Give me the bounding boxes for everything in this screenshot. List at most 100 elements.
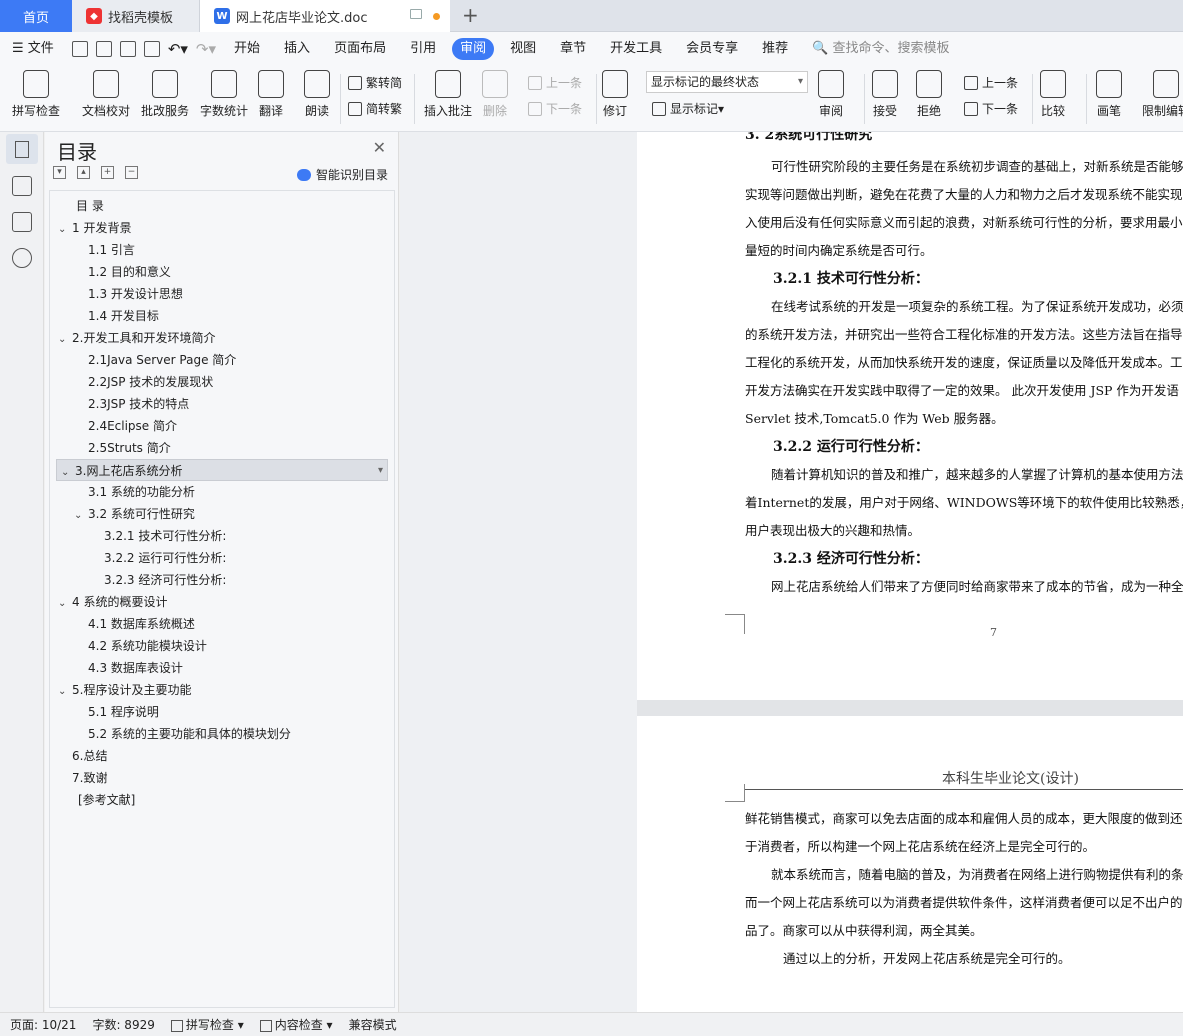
chevron-down-icon[interactable]: ⌄	[58, 219, 72, 241]
toc-item[interactable]: 2.1Java Server Page 简介	[54, 349, 386, 371]
toc-item[interactable]: 1.4 开发目标	[54, 305, 386, 327]
tab-document[interactable]: W 网上花店毕业论文.doc	[200, 0, 450, 32]
display-mode-select[interactable]: 显示标记的最终状态	[646, 71, 808, 93]
new-tab-plus-icon[interactable]: +	[462, 3, 479, 27]
toc-item[interactable]: ⌄ 4 系统的概要设计	[54, 591, 386, 613]
track-changes-button[interactable]: 修订	[602, 70, 628, 119]
delete-comment-button[interactable]: 删除	[482, 70, 508, 119]
pen-button[interactable]: 画笔	[1096, 70, 1122, 119]
toc-panel-icon[interactable]	[6, 134, 38, 164]
spell-check-button[interactable]: 拼写检查	[12, 70, 60, 119]
toc-item[interactable]: [参考文献]	[54, 789, 386, 811]
toc-item[interactable]: 2.3JSP 技术的特点	[54, 393, 386, 415]
print-icon[interactable]	[119, 41, 136, 57]
toc-item[interactable]: 目 录	[54, 195, 386, 217]
search-icon[interactable]	[12, 248, 32, 268]
tab-template[interactable]: ◆ 找稻壳模板	[72, 0, 200, 32]
toc-item[interactable]: 5.2 系统的主要功能和具体的模块划分	[54, 723, 386, 745]
remove-heading-icon[interactable]: −	[125, 166, 138, 179]
save-icon[interactable]	[71, 41, 88, 57]
menu-review[interactable]: 审阅	[452, 38, 495, 60]
prev-comment-button[interactable]: 上一条	[528, 74, 582, 91]
toc-item[interactable]: ⌄ 2.开发工具和开发环境简介	[54, 327, 386, 349]
toc-item[interactable]: 3.2.1 技术可行性分析:	[54, 525, 386, 547]
chevron-down-icon[interactable]: ⌄	[58, 681, 72, 703]
chevron-down-icon[interactable]: ⌄	[58, 329, 72, 351]
close-icon[interactable]: ✕	[373, 138, 386, 157]
trad-to-simp-button[interactable]: 繁转简	[348, 74, 402, 91]
translate-label: 翻译	[258, 104, 283, 118]
menu-chapter[interactable]: 章节	[548, 38, 598, 60]
toc-item[interactable]: 2.2JSP 技术的发展现状	[54, 371, 386, 393]
compare-button[interactable]: 比较	[1040, 70, 1066, 119]
read-aloud-button[interactable]: 朗读	[304, 70, 330, 119]
page-indicator[interactable]: 页面: 10/21	[10, 1016, 76, 1033]
insert-comment-button[interactable]: 插入批注	[424, 70, 472, 119]
menu-view[interactable]: 视图	[498, 38, 548, 60]
paragraph-line: 用户表现出极大的兴趣和热情。	[745, 523, 921, 538]
doc-proof-button[interactable]: 文档校对	[82, 70, 130, 119]
collapse-all-icon[interactable]: ▾	[53, 166, 66, 179]
document-page[interactable]: 7 3. 2系统可行性研究 可行性研究阶段的主要任务是在系统初步调查的基础上，对新…	[637, 132, 1183, 700]
menu-recommend[interactable]: 推荐	[750, 38, 800, 60]
expand-all-icon[interactable]: ▴	[77, 166, 90, 179]
reject-button[interactable]: 拒绝	[916, 70, 942, 119]
menu-insert[interactable]: 插入	[272, 38, 322, 60]
toc-item[interactable]: 6.总结	[54, 745, 386, 767]
accept-button[interactable]: 接受	[872, 70, 898, 119]
menu-start[interactable]: 开始	[222, 38, 272, 60]
menu-dev-tools[interactable]: 开发工具	[598, 38, 674, 60]
restrict-editing-button[interactable]: 限制编辑	[1142, 70, 1183, 119]
print-preview-icon[interactable]	[143, 41, 160, 57]
translate-button[interactable]: 翻译	[258, 70, 284, 119]
wps-writer-icon: W	[214, 8, 230, 24]
menu-reference[interactable]: 引用	[398, 38, 448, 60]
word-count[interactable]: 字数: 8929	[92, 1016, 154, 1033]
toc-item[interactable]: 4.1 数据库系统概述	[54, 613, 386, 635]
next-comment-button[interactable]: 下一条	[528, 100, 582, 117]
toc-item[interactable]: 1.1 引言	[54, 239, 386, 261]
menu-page-layout[interactable]: 页面布局	[322, 38, 398, 60]
smart-toc-button[interactable]: 智能识别目录	[296, 166, 388, 183]
export-pdf-icon[interactable]	[95, 41, 112, 57]
toc-item[interactable]: ⌄ 3.2 系统可行性研究	[54, 503, 386, 525]
command-search[interactable]: 🔍 查找命令、搜索模板	[800, 38, 961, 60]
chapter-nav-icon[interactable]	[12, 176, 32, 196]
paragraph-line: 品了。商家可以从中获得利润，两全其美。	[745, 923, 983, 938]
toc-item[interactable]: 3.2.3 经济可行性分析:	[54, 569, 386, 591]
redo-icon[interactable]: ↷▾	[196, 40, 216, 58]
tab-home[interactable]: 首页	[0, 0, 72, 32]
toc-item[interactable]: ⌄ 1 开发背景	[54, 217, 386, 239]
toc-item[interactable]: 4.3 数据库表设计	[54, 657, 386, 679]
toc-item[interactable]: 4.2 系统功能模块设计	[54, 635, 386, 657]
prev-change-button[interactable]: 上一条	[964, 74, 1018, 91]
menu-member[interactable]: 会员专享	[674, 38, 750, 60]
add-heading-icon[interactable]: +	[101, 166, 114, 179]
word-count-button[interactable]: 字数统计	[200, 70, 248, 119]
toc-item[interactable]: 1.3 开发设计思想	[54, 283, 386, 305]
document-page[interactable]: 本科生毕业论文(设计) 鲜花销售模式，商家可以免去店面的成本和雇佣人员的成本，更…	[637, 716, 1183, 1012]
bookmark-icon[interactable]	[12, 212, 32, 232]
toc-item[interactable]: 2.4Eclipse 简介	[54, 415, 386, 437]
show-markup-button[interactable]: 显示标记 ▾	[652, 100, 724, 117]
toc-item[interactable]: 3.1 系统的功能分析	[54, 481, 386, 503]
toc-item[interactable]: 2.5Struts 简介	[54, 437, 386, 459]
monitor-icon[interactable]	[410, 9, 422, 19]
toc-item[interactable]: 1.2 目的和意义	[54, 261, 386, 283]
content-check-status[interactable]: 内容检查 ▾	[259, 1016, 333, 1033]
review-pane-icon	[818, 70, 844, 98]
toc-item[interactable]: 3.2.2 运行可行性分析:	[54, 547, 386, 569]
batch-service-button[interactable]: 批改服务	[141, 70, 189, 119]
undo-icon[interactable]: ↶▾	[168, 40, 188, 58]
toc-item[interactable]: ⌄ 5.程序设计及主要功能	[54, 679, 386, 701]
chevron-down-icon[interactable]: ⌄	[74, 505, 88, 527]
chevron-down-icon[interactable]: ⌄	[58, 593, 72, 615]
review-pane-button[interactable]: 审阅	[818, 70, 844, 119]
toc-item[interactable]: 7.致谢	[54, 767, 386, 789]
spell-check-status[interactable]: 拼写检查 ▾	[170, 1016, 244, 1033]
next-change-button[interactable]: 下一条	[964, 100, 1018, 117]
simp-to-trad-button[interactable]: 简转繁	[348, 100, 402, 117]
file-menu[interactable]: ☰ 文件	[0, 38, 66, 60]
toc-item[interactable]: ⌄ 3.网上花店系统分析	[56, 459, 388, 482]
toc-item[interactable]: 5.1 程序说明	[54, 701, 386, 723]
